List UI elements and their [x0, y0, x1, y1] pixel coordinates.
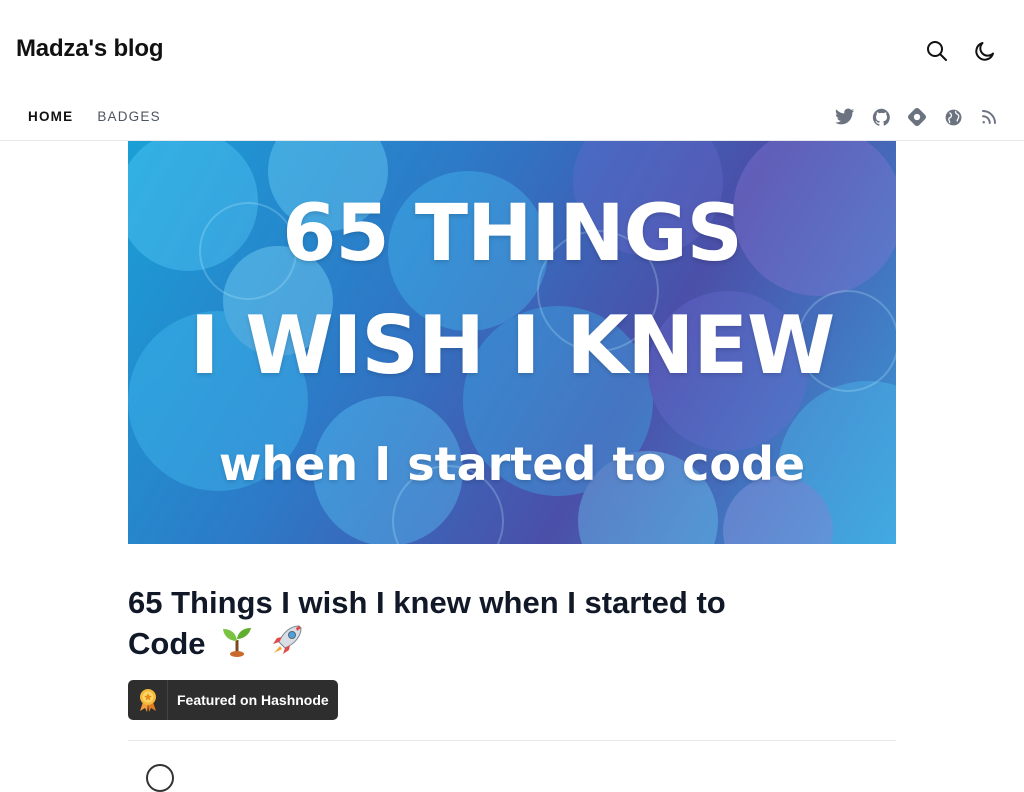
header-actions	[922, 36, 1000, 66]
globe-icon[interactable]	[942, 106, 964, 128]
cover-image: 65 THINGS I WISH I KNEW when I started t…	[128, 141, 896, 544]
post-title-main: 65 Things I wish I knew when I started t…	[128, 585, 726, 620]
featured-on-hashnode-badge[interactable]: Featured on Hashnode	[128, 680, 338, 720]
rss-icon[interactable]	[978, 106, 1000, 128]
hashnode-icon[interactable]	[906, 106, 928, 128]
divider	[128, 740, 896, 741]
seedling-emoji-icon	[220, 624, 254, 667]
rocket-emoji-icon	[269, 622, 305, 667]
badge-label: Featured on Hashnode	[177, 692, 329, 708]
nav-item-badges[interactable]: BADGES	[85, 106, 172, 127]
author-avatar[interactable]	[146, 764, 174, 792]
main-nav: HOME BADGES	[16, 106, 173, 127]
search-icon[interactable]	[922, 36, 952, 66]
dark-mode-moon-icon[interactable]	[970, 36, 1000, 66]
cover-text-line-1: 65 THINGS	[282, 189, 743, 279]
twitter-icon[interactable]	[834, 106, 856, 128]
social-links	[834, 106, 1000, 128]
blog-title[interactable]: Madza's blog	[16, 35, 164, 63]
github-icon[interactable]	[870, 106, 892, 128]
cover-text-line-3: when I started to code	[218, 437, 806, 491]
site-header: Madza's blog HOME BADGES	[0, 0, 1024, 141]
cover-text-line-2: I WISH I KNEW	[189, 299, 836, 392]
post-title: 65 Things I wish I knew when I started t…	[128, 584, 828, 667]
nav-item-home[interactable]: HOME	[16, 106, 85, 127]
post-title-end: Code	[128, 626, 206, 661]
award-icon	[128, 680, 168, 720]
